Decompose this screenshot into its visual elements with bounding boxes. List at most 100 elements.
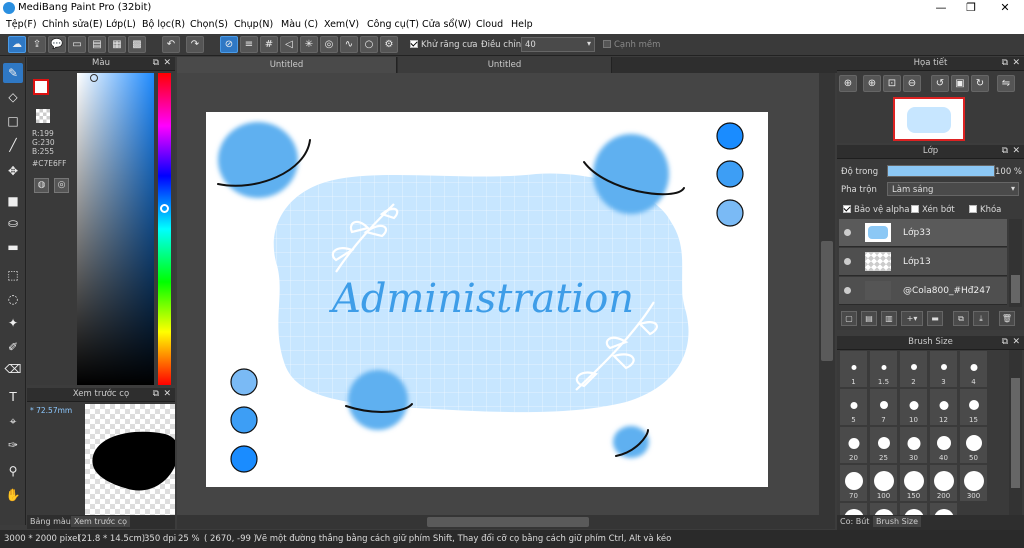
- brush-size-option[interactable]: 25: [869, 426, 898, 464]
- snap-radial-icon[interactable]: ✳: [300, 36, 318, 53]
- protect-alpha-checkbox[interactable]: Bảo vệ alpha: [843, 205, 909, 215]
- panel-float-icon[interactable]: ⧉: [153, 57, 159, 70]
- brush-size-option[interactable]: 1.5: [869, 350, 898, 388]
- antialias-checkbox[interactable]: Khử răng cưa: [410, 40, 478, 50]
- brush-size-option[interactable]: 30: [899, 426, 928, 464]
- hue-slider[interactable]: [158, 73, 171, 385]
- layer-row[interactable]: Lớp33: [839, 219, 1007, 247]
- operation-tool-icon[interactable]: ⌖: [3, 411, 23, 431]
- menu-snap[interactable]: Chụp(N): [234, 19, 273, 30]
- brush-size-option[interactable]: 700: [899, 502, 928, 516]
- gradient-tool-icon[interactable]: ▬: [3, 237, 23, 257]
- brush-size-option[interactable]: 1000: [929, 502, 958, 516]
- adjust-select[interactable]: 40 ▾: [521, 37, 595, 52]
- select-rect-icon[interactable]: ⬚: [3, 265, 23, 285]
- panel-close-icon[interactable]: ✕: [1012, 336, 1020, 349]
- brush-size-option[interactable]: 12: [929, 388, 958, 426]
- blend-select[interactable]: Làm sáng ▾: [887, 182, 1019, 196]
- brush-size-option[interactable]: 5: [839, 388, 868, 426]
- snap-circle-icon[interactable]: ◎: [320, 36, 338, 53]
- brush-size-option[interactable]: 3: [929, 350, 958, 388]
- brush-size-option[interactable]: 10: [899, 388, 928, 426]
- panel-float-icon[interactable]: ⧉: [153, 388, 159, 401]
- text-tool-icon[interactable]: T: [3, 387, 23, 407]
- menu-file[interactable]: Tệp(F): [6, 19, 37, 30]
- brush-tab[interactable]: Co: Bút: [837, 516, 872, 527]
- merge-layer-icon[interactable]: ⤓: [973, 311, 989, 326]
- snap-ellipse-icon[interactable]: ○: [360, 36, 378, 53]
- brush-size-option[interactable]: 50: [959, 426, 988, 464]
- menu-tools[interactable]: Công cụ(T): [367, 19, 419, 30]
- cloud-icon[interactable]: ☁: [8, 36, 26, 53]
- snap-settings-icon[interactable]: ⚙: [380, 36, 398, 53]
- snap-curve-icon[interactable]: ∿: [340, 36, 358, 53]
- snap-grid-icon[interactable]: #: [260, 36, 278, 53]
- sv-picker-handle[interactable]: [90, 74, 98, 82]
- zoom-in-icon[interactable]: ⊕: [839, 75, 857, 92]
- trash-icon[interactable]: 🗑: [999, 311, 1015, 326]
- lock-checkbox[interactable]: Khóa: [969, 205, 1001, 215]
- grid-icon[interactable]: ▩: [128, 36, 146, 53]
- eye-icon[interactable]: [844, 258, 851, 265]
- fit-window-icon[interactable]: ▣: [951, 75, 969, 92]
- brush-size-option[interactable]: 20: [839, 426, 868, 464]
- horizontal-scrollbar[interactable]: [177, 515, 835, 529]
- hand-tool-icon[interactable]: ✋: [3, 485, 23, 505]
- horizontal-scroll-thumb[interactable]: [427, 517, 589, 527]
- vertical-scrollbar[interactable]: [819, 73, 835, 515]
- panel-float-icon[interactable]: ⧉: [1002, 336, 1008, 349]
- flip-icon[interactable]: ⇋: [997, 75, 1015, 92]
- divide-tool-icon[interactable]: ✑: [3, 435, 23, 455]
- comment-icon[interactable]: ▭: [68, 36, 86, 53]
- panel-float-icon[interactable]: ⧉: [1002, 145, 1008, 158]
- zoom-plus-icon[interactable]: ⊕: [863, 75, 881, 92]
- layer-scrollbar[interactable]: [1009, 219, 1022, 307]
- new-halftone-layer-icon[interactable]: ▤: [861, 311, 877, 326]
- eraser-tool-icon[interactable]: ◇: [3, 87, 23, 107]
- page-list-icon[interactable]: ▦: [108, 36, 126, 53]
- fill-shape-icon[interactable]: ■: [3, 191, 23, 211]
- brush-size-option[interactable]: 500: [869, 502, 898, 516]
- rotate-left-icon[interactable]: ↺: [931, 75, 949, 92]
- brush-size-option[interactable]: 300: [959, 464, 988, 502]
- lasso-icon[interactable]: ◌: [3, 289, 23, 309]
- page-icon[interactable]: ▤: [88, 36, 106, 53]
- menu-window[interactable]: Cửa sổ(W): [422, 19, 471, 30]
- saturation-value-picker[interactable]: [77, 73, 154, 385]
- maximize-button[interactable]: ❐: [956, 0, 986, 16]
- clipping-checkbox[interactable]: Xén bớt: [911, 205, 955, 215]
- soft-edge-checkbox[interactable]: Cạnh mềm: [603, 40, 660, 50]
- line-tool-icon[interactable]: ╱: [3, 135, 23, 155]
- move-tool-icon[interactable]: ✥: [3, 161, 23, 181]
- layer-row[interactable]: Lớp13: [839, 248, 1007, 276]
- vertical-scroll-thumb[interactable]: [821, 241, 833, 361]
- menu-help[interactable]: Help: [511, 19, 533, 30]
- minimize-button[interactable]: —: [926, 0, 956, 16]
- panel-close-icon[interactable]: ✕: [1012, 57, 1020, 70]
- eye-icon[interactable]: [844, 287, 851, 294]
- snap-parallel-icon[interactable]: ≡: [240, 36, 258, 53]
- chat-icon[interactable]: 💬: [48, 36, 66, 53]
- drawing-canvas[interactable]: Administration: [206, 112, 768, 487]
- brush-size-scrollbar[interactable]: [1009, 350, 1022, 516]
- document-tab-2[interactable]: Untitled: [398, 57, 612, 73]
- brush-size-option[interactable]: 40: [929, 426, 958, 464]
- snap-off-icon[interactable]: ⊘: [220, 36, 238, 53]
- foreground-color-swatch[interactable]: [33, 79, 49, 95]
- brush-size-option[interactable]: 400: [839, 502, 868, 516]
- new-8bit-layer-icon[interactable]: ▥: [881, 311, 897, 326]
- menu-cloud[interactable]: Cloud: [476, 19, 503, 30]
- hue-slider-handle[interactable]: [160, 204, 169, 213]
- transparent-swatch[interactable]: [36, 109, 50, 123]
- brush-size-option[interactable]: 70: [839, 464, 868, 502]
- palette-tab[interactable]: Bảng màu: [27, 516, 74, 527]
- brush-size-option[interactable]: 150: [899, 464, 928, 502]
- redo-button[interactable]: ↷: [186, 36, 204, 53]
- palette-icon[interactable]: ◍: [34, 178, 49, 193]
- magic-wand-icon[interactable]: ✦: [3, 313, 23, 333]
- brush-size-option[interactable]: 100: [869, 464, 898, 502]
- undo-button[interactable]: ↶: [162, 36, 180, 53]
- eyedropper-icon[interactable]: ⚲: [3, 461, 23, 481]
- navigator-thumbnail[interactable]: [893, 97, 965, 141]
- select-pen-icon[interactable]: ✐: [3, 337, 23, 357]
